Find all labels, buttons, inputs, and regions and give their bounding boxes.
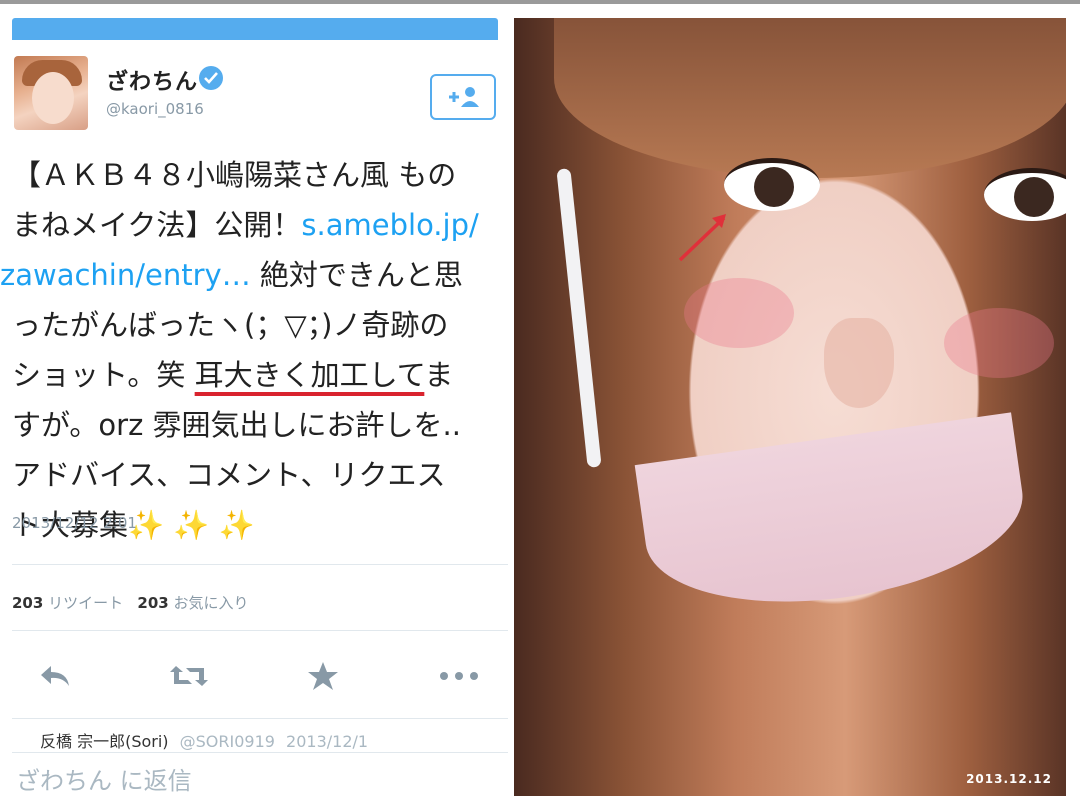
tweet-text: 【ＡＫＢ４８小嶋陽菜さん風 もの まねメイク法】公開！s.ameblo.jp/ … xyxy=(0,150,508,550)
display-name[interactable]: ざわちん xyxy=(106,64,198,96)
favorite-button[interactable] xyxy=(298,654,348,698)
verified-badge-icon xyxy=(199,66,223,90)
app-header-strip xyxy=(12,18,498,40)
reply-icon xyxy=(41,666,69,686)
tweet-timestamp[interactable]: 2013/12/12 2:01 xyxy=(12,514,137,532)
screen-name[interactable]: @kaori_0816 xyxy=(106,100,204,118)
selfie-photo: 2013.12.12 xyxy=(514,18,1066,796)
eye xyxy=(724,158,820,211)
reply-author-date: 2013/12/1 xyxy=(286,732,369,750)
reply-button[interactable] xyxy=(30,654,80,698)
tweet-line: ショット。笑 耳大きく加工してま xyxy=(12,358,454,392)
tweet-line: まねメイク法】公開！s.ameblo.jp/ xyxy=(12,208,479,242)
add-user-icon xyxy=(449,87,479,107)
reply-placeholder: ざわちん に返信 xyxy=(16,767,192,795)
eye xyxy=(984,168,1066,221)
reply-author-handle: @SORI0919 xyxy=(179,732,275,750)
retweet-icon xyxy=(170,666,208,686)
tweet-line: 【ＡＫＢ４８小嶋陽菜さん風 もの xyxy=(12,158,457,192)
retweet-button[interactable] xyxy=(164,654,214,698)
sparkles-icon: ✨ ✨ ✨ xyxy=(128,508,255,542)
reply-preview[interactable]: 反橋 宗一郎(Sori) @SORI0919 2013/12/1 xyxy=(40,728,508,750)
retweet-count[interactable]: 203 xyxy=(12,594,43,612)
reply-author-name: 反橋 宗一郎(Sori) xyxy=(40,732,169,750)
tweet-line: アドバイス、コメント、リクエス xyxy=(12,458,446,492)
favorite-count[interactable]: 203 xyxy=(137,594,168,612)
reply-input[interactable]: ざわちん に返信 xyxy=(12,752,508,796)
tweet-line: すが。orz 雰囲気出しにお許しを.. xyxy=(12,408,461,442)
divider xyxy=(12,718,508,719)
tweet-link-continued[interactable]: zawachin/entry… xyxy=(0,258,251,292)
more-button[interactable] xyxy=(434,654,484,698)
divider xyxy=(12,564,508,565)
avatar[interactable] xyxy=(14,56,88,130)
more-icon xyxy=(440,672,478,680)
red-underlined-text: 耳大きく加工して xyxy=(194,358,425,392)
tweet-screenshot: ざわちん @kaori_0816 【ＡＫＢ４８小嶋陽菜さん風 もの まねメイク法… xyxy=(0,4,508,796)
follow-button[interactable] xyxy=(430,74,496,120)
star-icon xyxy=(308,662,338,690)
photo-date-stamp: 2013.12.12 xyxy=(966,772,1052,786)
favorite-label[interactable]: お気に入り xyxy=(174,594,249,612)
red-arrow-icon xyxy=(678,214,726,262)
tweet-line: ったがんばったヽ(；▽；)ノ奇跡の xyxy=(12,308,449,342)
retweet-label[interactable]: リツイート xyxy=(48,594,123,612)
tweet-stats: 203 リツイート 203 お気に入り xyxy=(12,592,249,613)
tweet-line: zawachin/entry… 絶対できんと思 xyxy=(0,258,463,292)
divider xyxy=(12,630,508,631)
tweet-link[interactable]: s.ameblo.jp/ xyxy=(301,208,478,242)
tweet-actions xyxy=(0,654,508,698)
face-mask xyxy=(634,412,1034,624)
